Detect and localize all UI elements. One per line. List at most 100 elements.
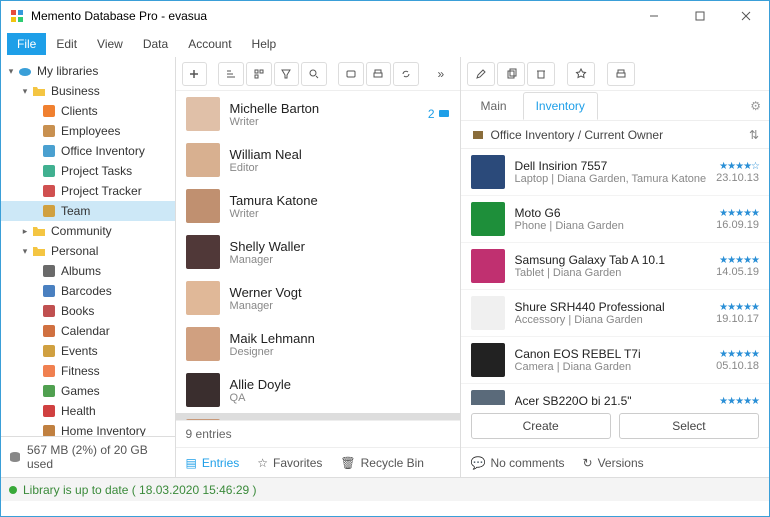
sync-button[interactable] <box>393 62 419 86</box>
sort-icon[interactable]: ⇅ <box>749 128 759 142</box>
card-button[interactable] <box>338 62 364 86</box>
library-icon <box>41 163 57 179</box>
tree-folder-business[interactable]: ▾ Business <box>1 81 175 101</box>
settings-button[interactable]: ⚙ <box>750 99 761 113</box>
print-button[interactable] <box>366 62 392 86</box>
list-item[interactable]: Diana Garden Lawyer <box>176 413 460 420</box>
entry-name: William Neal <box>230 147 450 162</box>
sidebar-item-home inventory[interactable]: Home Inventory <box>1 421 175 436</box>
library-icon <box>41 263 57 279</box>
item-date: 23.10.13 <box>716 172 759 184</box>
sidebar-item-clients[interactable]: Clients <box>1 101 175 121</box>
tab-main[interactable]: Main <box>469 93 519 119</box>
copy-button[interactable] <box>497 62 525 86</box>
item-date: 14.05.19 <box>716 266 759 278</box>
print-button[interactable] <box>607 62 635 86</box>
sidebar-item-project tasks[interactable]: Project Tasks <box>1 161 175 181</box>
inventory-item[interactable]: Moto G6 Phone | Diana Garden ★★★★★ 16.09… <box>461 196 769 243</box>
tab-entries[interactable]: ▤Entries <box>184 452 242 474</box>
comments-button[interactable]: 💬No comments <box>471 456 565 470</box>
menu-account[interactable]: Account <box>178 33 241 55</box>
filter-button[interactable] <box>274 62 300 86</box>
tab-recyclebin[interactable]: 🗑Recycle Bin <box>338 452 426 474</box>
main-area: ▾ My libraries ▾ Business Clients Employ… <box>1 57 769 477</box>
comment-badge: 2 <box>428 107 450 121</box>
avatar <box>186 327 220 361</box>
add-button[interactable] <box>182 62 208 86</box>
sort-button[interactable] <box>218 62 244 86</box>
cloud-icon <box>17 63 33 79</box>
sidebar-item-books[interactable]: Books <box>1 301 175 321</box>
item-thumb <box>471 202 505 236</box>
item-thumb <box>471 390 505 405</box>
library-tree: ▾ My libraries ▾ Business Clients Employ… <box>1 57 175 436</box>
library-icon <box>471 128 485 142</box>
list-item[interactable]: Maik Lehmann Designer <box>176 321 460 367</box>
sidebar-item-fitness[interactable]: Fitness <box>1 361 175 381</box>
menu-help[interactable]: Help <box>242 33 287 55</box>
list-item[interactable]: Allie Doyle QA <box>176 367 460 413</box>
tab-inventory[interactable]: Inventory <box>523 92 598 120</box>
select-button[interactable]: Select <box>619 413 759 439</box>
item-date: 19.10.17 <box>716 313 759 325</box>
minimize-button[interactable] <box>631 1 677 31</box>
sidebar-item-barcodes[interactable]: Barcodes <box>1 281 175 301</box>
app-icon <box>9 8 25 24</box>
menu-data[interactable]: Data <box>133 33 178 55</box>
list-item[interactable]: Shelly Waller Manager <box>176 229 460 275</box>
sidebar-item-office inventory[interactable]: Office Inventory <box>1 141 175 161</box>
inventory-item[interactable]: Samsung Galaxy Tab A 10.1 Tablet | Diana… <box>461 243 769 290</box>
library-icon <box>41 303 57 319</box>
group-button[interactable] <box>246 62 272 86</box>
entry-name: Allie Doyle <box>230 377 450 392</box>
inventory-item[interactable]: Shure SRH440 Professional Accessory | Di… <box>461 290 769 337</box>
item-thumb <box>471 343 505 377</box>
avatar <box>186 189 220 223</box>
inventory-item[interactable]: Acer SB220Q bi 21.5" Monitor | Diana Gar… <box>461 384 769 405</box>
item-name: Canon EOS REBEL T7i <box>515 347 707 361</box>
list-icon: ▤ <box>186 456 197 470</box>
sidebar-item-employees[interactable]: Employees <box>1 121 175 141</box>
tab-favorites[interactable]: ☆Favorites <box>255 452 324 474</box>
tree-folder-personal[interactable]: ▾ Personal <box>1 241 175 261</box>
menu-view[interactable]: View <box>87 33 133 55</box>
entry-name: Tamura Katone <box>230 193 450 208</box>
sidebar-item-health[interactable]: Health <box>1 401 175 421</box>
edit-button[interactable] <box>467 62 495 86</box>
list-item[interactable]: Werner Vogt Manager <box>176 275 460 321</box>
create-button[interactable]: Create <box>471 413 611 439</box>
sidebar-item-calendar[interactable]: Calendar <box>1 321 175 341</box>
sidebar-item-events[interactable]: Events <box>1 341 175 361</box>
list-item[interactable]: William Neal Editor <box>176 137 460 183</box>
tree-root[interactable]: ▾ My libraries <box>1 61 175 81</box>
sidebar-item-project tracker[interactable]: Project Tracker <box>1 181 175 201</box>
library-icon <box>41 203 57 219</box>
library-icon <box>41 123 57 139</box>
entry-role: QA <box>230 392 450 404</box>
list-item[interactable]: Michelle Barton Writer 2 <box>176 91 460 137</box>
versions-button[interactable]: ↻Versions <box>583 456 644 470</box>
item-rating: ★★★★★ <box>716 396 759 406</box>
sidebar-item-albums[interactable]: Albums <box>1 261 175 281</box>
menu-edit[interactable]: Edit <box>46 33 87 55</box>
sidebar-item-games[interactable]: Games <box>1 381 175 401</box>
inventory-item[interactable]: Dell Insirion 7557 Laptop | Diana Garden… <box>461 149 769 196</box>
item-rating: ★★★★★ <box>716 349 759 360</box>
comment-icon: 💬 <box>471 456 486 470</box>
status-text: Library is up to date ( 18.03.2020 15:46… <box>23 483 257 497</box>
tree-folder-community[interactable]: ▸ Community <box>1 221 175 241</box>
search-button[interactable] <box>301 62 327 86</box>
favorite-button[interactable] <box>567 62 595 86</box>
delete-button[interactable] <box>527 62 555 86</box>
item-thumb <box>471 296 505 330</box>
list-item[interactable]: Tamura Katone Writer <box>176 183 460 229</box>
sidebar-item-team[interactable]: Team <box>1 201 175 221</box>
inventory-item[interactable]: Canon EOS REBEL T7i Camera | Diana Garde… <box>461 337 769 384</box>
close-button[interactable] <box>723 1 769 31</box>
maximize-button[interactable] <box>677 1 723 31</box>
avatar <box>186 373 220 407</box>
more-button[interactable]: » <box>428 62 453 86</box>
item-rating: ★★★★★ <box>716 302 759 313</box>
menu-file[interactable]: File <box>7 33 46 55</box>
entry-name: Michelle Barton <box>230 101 418 116</box>
